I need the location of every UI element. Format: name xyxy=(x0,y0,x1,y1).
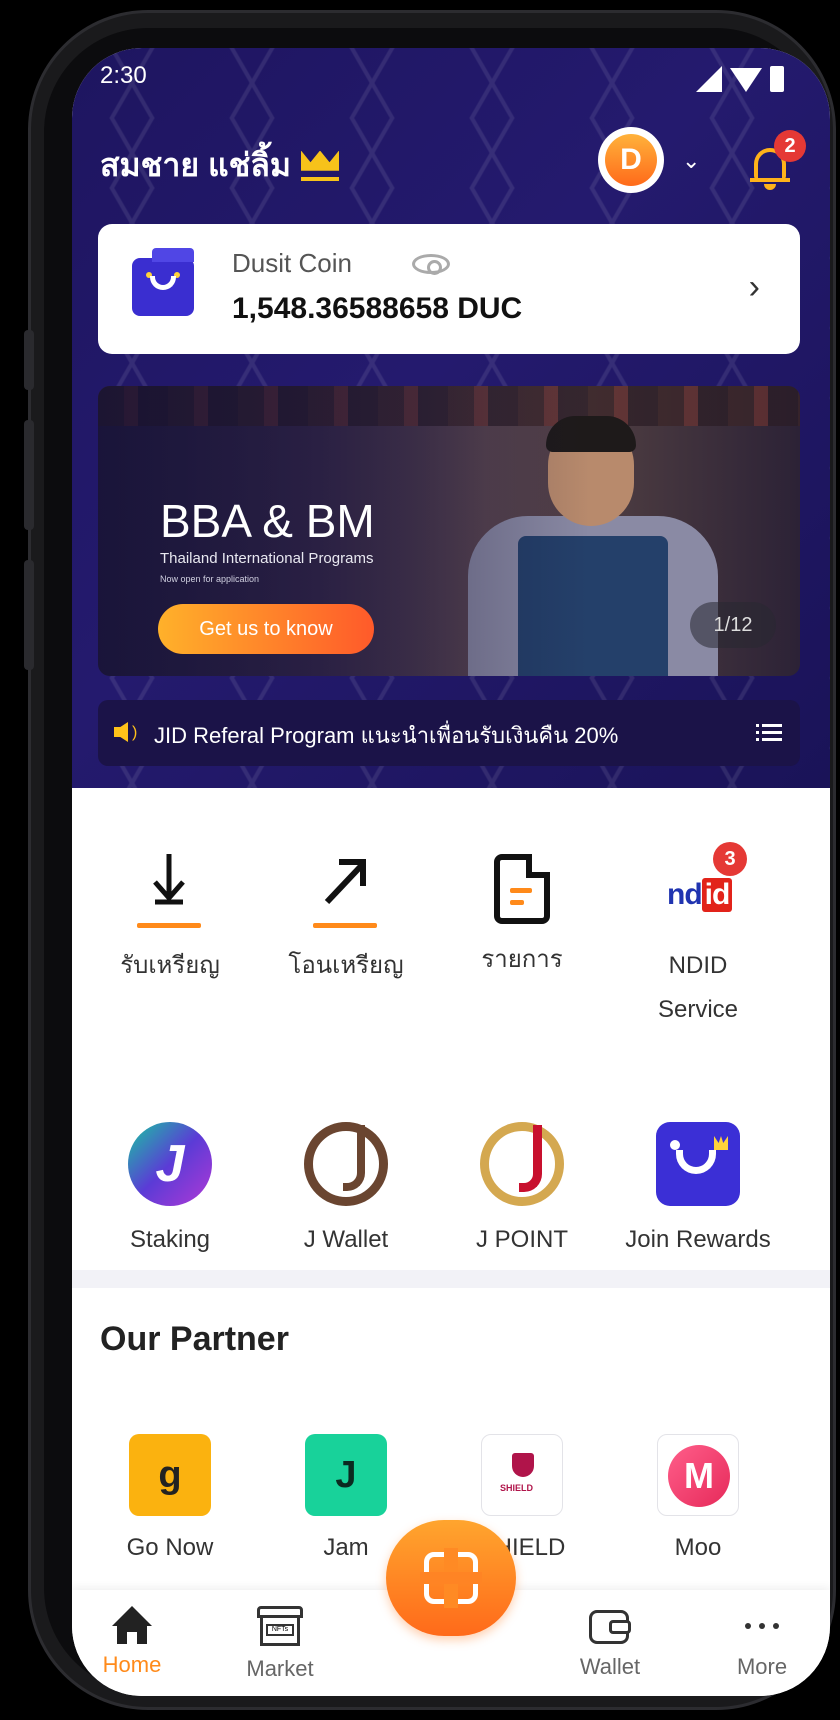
avatar[interactable]: D xyxy=(598,127,664,193)
tab-label: More xyxy=(736,1654,788,1679)
banner-subtitle: Thailand International Programs xyxy=(160,550,374,567)
partner-label: Go Now xyxy=(126,1534,214,1561)
menu-label: J POINT xyxy=(475,1226,568,1253)
menu-item-ndid[interactable]: nd id 3 NDID Service xyxy=(610,842,786,1032)
tab-label: Home xyxy=(102,1652,162,1677)
tab-more[interactable]: More xyxy=(702,1606,822,1680)
chevron-right-icon[interactable]: › xyxy=(749,268,760,307)
go-now-logo: g xyxy=(129,1434,211,1516)
ticker-text: JID Referal Program แนะนำเพื่อนรับเงินคื… xyxy=(154,723,619,748)
menu-item-transfer[interactable]: โอนเหรียญ xyxy=(258,848,434,988)
user-name[interactable]: สมชาย แช่ลิ้ม xyxy=(100,140,341,191)
announcement-ticker[interactable]: ) JID Referal Program แนะนำเพื่อนรับเงิน… xyxy=(98,700,800,766)
ndid-icon: nd id 3 xyxy=(643,842,753,928)
banner-small-text: Now open for application xyxy=(160,574,260,584)
side-button xyxy=(24,420,34,530)
menu-item-transactions[interactable]: รายการ xyxy=(434,848,610,982)
wallet-icon xyxy=(132,248,194,316)
chevron-down-icon[interactable]: ⌄ xyxy=(682,148,700,174)
wifi-icon xyxy=(730,68,762,92)
j-wallet-icon xyxy=(304,1122,388,1206)
menu-item-receive[interactable]: รับเหรียญ xyxy=(82,848,258,988)
eye-icon[interactable] xyxy=(412,254,450,275)
menu-item-join-rewards[interactable]: Join Rewards xyxy=(610,1122,786,1262)
tab-label: Market xyxy=(246,1656,314,1681)
transactions-icon xyxy=(494,854,550,924)
coin-label: Dusit Coin xyxy=(232,248,352,278)
status-time: 2:30 xyxy=(100,62,147,89)
staking-icon: J xyxy=(128,1122,212,1206)
jam-logo: J xyxy=(305,1434,387,1516)
banner-cta-button[interactable]: Get us to know xyxy=(158,604,374,654)
menu-item-staking[interactable]: J Staking xyxy=(82,1122,258,1262)
user-name-text: สมชาย แช่ลิ้ม xyxy=(100,147,291,183)
banner-pager: 1/12 xyxy=(690,602,776,648)
transfer-coin-icon xyxy=(311,848,381,928)
avatar-letter: D xyxy=(605,134,657,186)
partner-moo[interactable]: M Moo xyxy=(610,1434,786,1562)
promo-banner[interactable]: BBA & BM Thailand International Programs… xyxy=(98,386,800,676)
wallet-icon-smile xyxy=(150,276,176,290)
partners-title: Our Partner xyxy=(100,1320,289,1358)
speaker-icon xyxy=(114,722,128,742)
coin-amount: 1,548.36588658 DUC xyxy=(232,292,523,325)
side-button xyxy=(24,560,34,670)
market-icon: NFTs xyxy=(257,1606,303,1648)
side-button xyxy=(24,330,34,390)
receive-coin-icon xyxy=(135,848,205,928)
j-point-icon xyxy=(480,1122,564,1206)
bell-icon[interactable]: 2 xyxy=(750,130,806,190)
menu-label: รายการ xyxy=(481,946,563,973)
screen: 2:30 สมชาย แช่ลิ้ม D ⌄ 2 Dusit Coin 1,54… xyxy=(72,48,830,1696)
speaker-wave: ) xyxy=(132,724,138,741)
menu-label-line1: NDID xyxy=(668,952,728,979)
tab-home[interactable]: Home xyxy=(72,1606,192,1678)
menu-item-j-wallet[interactable]: J Wallet xyxy=(258,1122,434,1262)
join-rewards-icon xyxy=(656,1122,740,1206)
menu-label-line2: Service xyxy=(657,996,739,1023)
partner-go-now[interactable]: g Go Now xyxy=(82,1434,258,1562)
tab-market[interactable]: NFTs Market xyxy=(220,1606,340,1682)
ndid-badge: 3 xyxy=(713,842,747,876)
tab-label: Wallet xyxy=(579,1654,641,1679)
menu-label: Join Rewards xyxy=(625,1226,771,1253)
menu-item-j-point[interactable]: J POINT xyxy=(434,1122,610,1262)
home-icon xyxy=(112,1606,152,1644)
notification-badge: 2 xyxy=(774,130,806,162)
menu-label: Staking xyxy=(129,1226,211,1253)
status-icons xyxy=(696,66,784,92)
moo-logo: M xyxy=(657,1434,739,1516)
section-divider xyxy=(72,1270,830,1288)
menu-label: รับเหรียญ xyxy=(120,952,220,979)
battery-icon xyxy=(770,66,784,92)
shield-logo: SHIELD xyxy=(481,1434,563,1516)
signal-icon xyxy=(696,66,722,92)
menu-label: J Wallet xyxy=(303,1226,389,1253)
crown-icon xyxy=(301,150,341,181)
more-icon xyxy=(702,1606,822,1646)
menu-label: โอนเหรียญ xyxy=(288,952,404,979)
coin-balance-card[interactable]: Dusit Coin 1,548.36588658 DUC › xyxy=(98,224,800,354)
header-section: 2:30 สมชาย แช่ลิ้ม D ⌄ 2 Dusit Coin 1,54… xyxy=(72,48,830,788)
banner-title: BBA & BM xyxy=(160,495,375,547)
scan-button[interactable] xyxy=(386,1520,516,1636)
list-icon[interactable] xyxy=(756,722,782,742)
tab-wallet[interactable]: Wallet xyxy=(550,1606,670,1680)
wallet-tab-icon xyxy=(589,1606,631,1646)
partner-label: Moo xyxy=(674,1534,722,1561)
